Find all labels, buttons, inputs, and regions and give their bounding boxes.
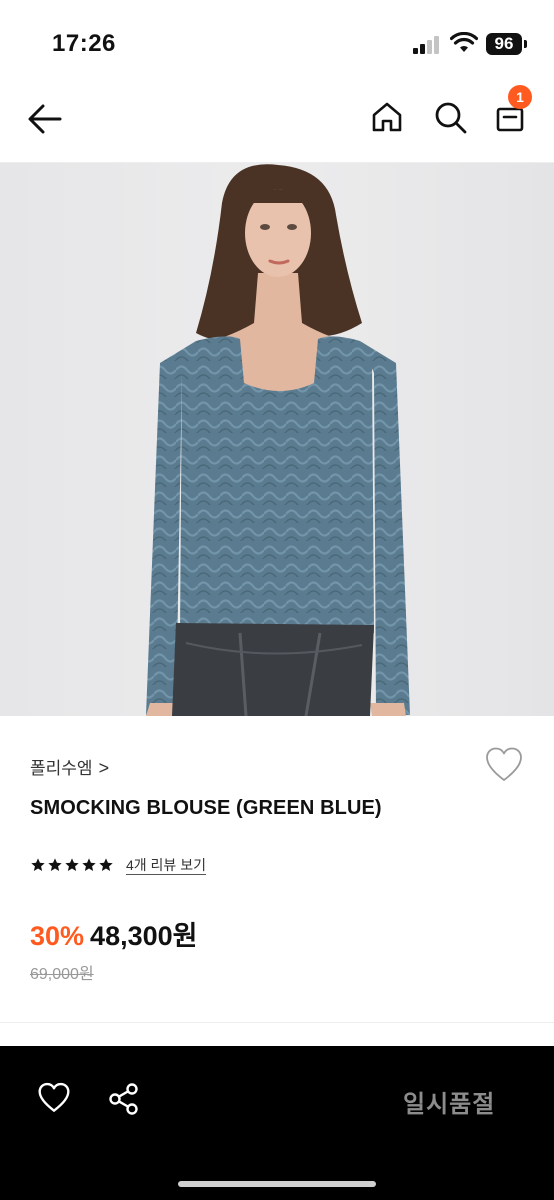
product-title: SMOCKING BLOUSE (GREEN BLUE) [30, 797, 382, 819]
sale-price: 48,300원 [90, 921, 198, 951]
share-icon[interactable] [108, 1082, 140, 1116]
home-icon[interactable] [370, 100, 404, 134]
chevron-right-icon: > [98, 758, 110, 778]
star-filled-icon [82, 858, 96, 871]
heart-outline-icon[interactable] [484, 746, 524, 784]
price-row: 30% 48,300원 [30, 914, 197, 953]
brand-link[interactable]: 폴리수엠 > [30, 754, 109, 779]
cart-count-badge: 1 [508, 85, 532, 109]
product-photo [0, 163, 554, 716]
status-time: 17:26 [52, 30, 116, 57]
section-divider [0, 1022, 554, 1023]
bottom-action-bar: 일시품절 [0, 1046, 554, 1200]
original-price: 69,000원 [30, 966, 94, 983]
battery-indicator: 96 [486, 33, 522, 55]
heart-outline-icon[interactable] [37, 1082, 71, 1114]
star-filled-icon [65, 858, 79, 871]
star-filled-icon [48, 858, 62, 871]
soldout-button[interactable]: 일시품절 [403, 1084, 495, 1119]
star-filled-icon [99, 858, 113, 871]
brand-name: 폴리수엠 [30, 759, 93, 778]
status-bar: 17:26 96 [0, 0, 554, 80]
review-link[interactable]: 4개 리뷰 보기 [126, 857, 206, 875]
star-filled-icon [31, 858, 45, 871]
home-indicator [178, 1181, 376, 1187]
cellular-signal-icon [413, 36, 443, 54]
discount-rate: 30% [30, 921, 85, 951]
wifi-icon [450, 32, 478, 52]
product-image[interactable] [0, 163, 554, 716]
search-icon[interactable] [433, 100, 469, 136]
battery-tip [524, 40, 527, 48]
top-navigation-bar [0, 80, 554, 163]
arrow-left-icon[interactable] [26, 100, 64, 138]
